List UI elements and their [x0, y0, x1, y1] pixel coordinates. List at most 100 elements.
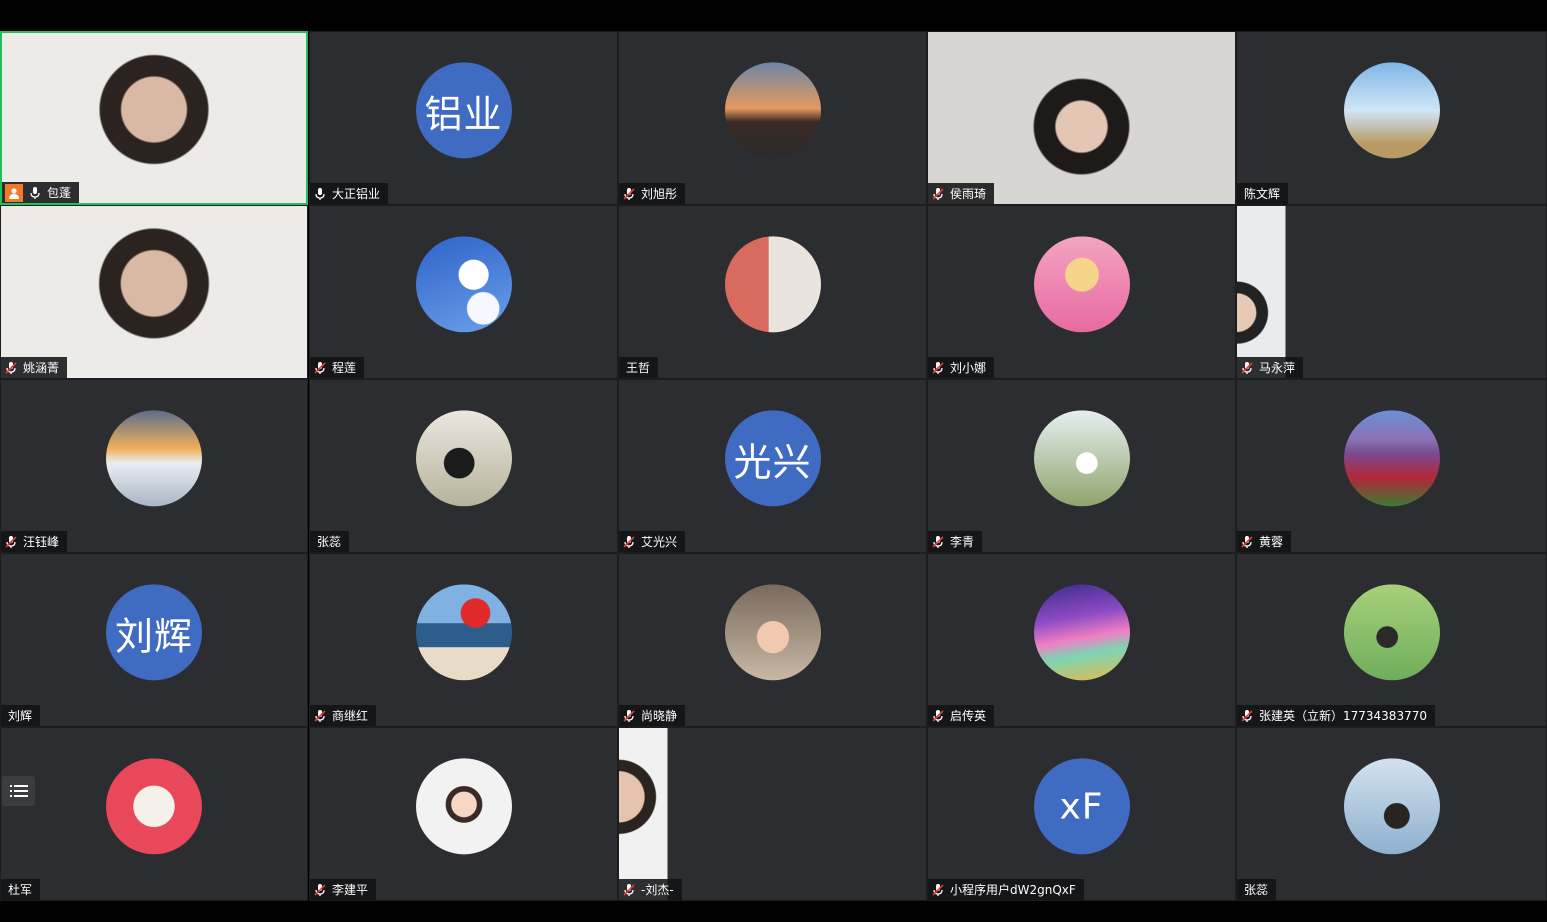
participant-tile[interactable]: 刘旭彤 [618, 31, 927, 205]
avatar-initials: xF [1033, 758, 1130, 855]
participant-nametag: 黄蓉 [1237, 531, 1292, 552]
participant-tile[interactable]: 侯雨琦 [927, 31, 1236, 205]
participant-tile[interactable]: 黄蓉 [1236, 379, 1547, 553]
anime-girl-photo [1033, 236, 1130, 333]
participant-tile[interactable]: 刘辉 刘辉 [0, 553, 308, 727]
girl-grass-photo [1343, 584, 1440, 681]
mic-muted-icon [932, 361, 944, 374]
woman-glasses-video [2, 33, 306, 203]
participant-tile[interactable]: 张蕊 [1236, 727, 1547, 901]
participant-name: 李建平 [332, 883, 369, 897]
participant-name: 尚晓静 [641, 709, 678, 723]
baby-photo [724, 584, 821, 681]
participant-tile[interactable]: 刘小娜 [927, 205, 1236, 379]
mic-muted-icon [623, 535, 635, 548]
couple-photo [724, 236, 821, 333]
participant-nametag: 刘小娜 [928, 357, 995, 378]
participant-nametag: 艾光兴 [619, 531, 686, 552]
participant-tile[interactable]: 汪钰峰 [0, 379, 308, 553]
mic-icon [30, 186, 40, 199]
participant-nametag: 马永萍 [1237, 357, 1304, 378]
mic-muted-icon [1241, 535, 1253, 548]
participant-nametag: 启传英 [928, 705, 995, 726]
woman-glasses-video [1, 206, 307, 378]
participant-tile[interactable]: 李青 [927, 379, 1236, 553]
top-bar [0, 0, 1547, 31]
participant-tile[interactable]: 杜军 [0, 727, 308, 901]
participant-nametag: 小程序用户dW2gnQxF [928, 879, 1084, 900]
participant-name: 陈文辉 [1244, 187, 1281, 201]
participant-tile[interactable]: 张建英（立新）17734383770 [1236, 553, 1547, 727]
participant-nametag: 刘辉 [1, 705, 41, 726]
participant-tile[interactable]: xF 小程序用户dW2gnQxF [927, 727, 1236, 901]
participant-name: 杜军 [8, 883, 33, 897]
mic-muted-icon [932, 535, 944, 548]
participant-nametag: 汪钰峰 [1, 531, 68, 552]
avatar-initials: 刘辉 [106, 584, 202, 681]
red-hat-sea-photo [415, 584, 512, 681]
avatar-initials: 铝业 [415, 62, 512, 159]
participant-name: 姚涵菁 [23, 361, 60, 375]
flower-field-photo [1343, 410, 1440, 507]
bottom-bar [0, 904, 1547, 922]
girl-seaside-photo [1343, 758, 1440, 855]
woman-portrait-video [1237, 206, 1286, 378]
participant-nametag: 侯雨琦 [928, 183, 995, 204]
participant-tile[interactable]: 尚晓静 [618, 553, 927, 727]
mic-muted-icon [5, 361, 17, 374]
participant-name: 艾光兴 [641, 535, 678, 549]
mic-muted-icon [314, 883, 326, 896]
mic-muted-icon [314, 361, 326, 374]
participant-nametag: 李建平 [310, 879, 377, 900]
mic-muted-icon [5, 535, 17, 548]
participant-tile[interactable]: 程莲 [309, 205, 618, 379]
participant-name: 张蕊 [1244, 883, 1269, 897]
list-icon [9, 785, 28, 797]
participant-nametag: 姚涵菁 [1, 357, 68, 378]
participant-name: 启传英 [950, 709, 987, 723]
participant-tile[interactable]: 包蓬 [0, 31, 308, 205]
participant-tile[interactable]: 姚涵菁 [0, 205, 308, 379]
participant-nametag: 刘旭彤 [619, 183, 686, 204]
participant-tile[interactable]: 铝业 大正铝业 [309, 31, 618, 205]
participant-tile[interactable]: 光兴艾光兴 [618, 379, 927, 553]
participant-nametag: 王哲 [619, 357, 659, 378]
woman-office-video [928, 32, 1235, 204]
participant-nametag: 张蕊 [1237, 879, 1277, 900]
mic-muted-icon [623, 709, 635, 722]
participant-nametag: 张建英（立新）17734383770 [1237, 705, 1435, 726]
participant-tile[interactable]: 李建平 [309, 727, 618, 901]
participant-tile[interactable]: 王哲 [618, 205, 927, 379]
participant-grid: 包蓬 铝业 大正铝业 刘旭彤 侯雨琦 陈文辉 姚涵菁 程莲 王哲 刘小娜 马永萍 汪钰峰 张蕊 光兴 艾光兴… [0, 31, 1547, 905]
avatar-initials: 光兴 [724, 410, 821, 507]
woman-glasses-portrait-video [619, 728, 668, 900]
illustration-woman-photo [106, 758, 202, 855]
participant-tile[interactable]: 商继红 [309, 553, 618, 727]
participant-nametag: 包蓬 [2, 182, 80, 203]
rainbow-clouds-photo [1033, 584, 1130, 681]
participant-tile[interactable]: 启传英 [927, 553, 1236, 727]
participant-name: 刘旭彤 [641, 187, 678, 201]
participant-name: 张建英（立新）17734383770 [1259, 709, 1427, 723]
eiffel-tower-photo [1343, 62, 1440, 159]
participant-nametag: -刘杰- [619, 879, 682, 900]
participant-name: 刘小娜 [950, 361, 987, 375]
participant-name: 马永萍 [1259, 361, 1296, 375]
participant-name: 程莲 [332, 361, 357, 375]
cartoon-girl-photo [415, 758, 512, 855]
participant-name: 李青 [950, 535, 975, 549]
participant-name: -刘杰- [641, 883, 674, 897]
mic-muted-icon [314, 709, 326, 722]
participant-name: 刘辉 [8, 709, 33, 723]
woman-flowers-photo [1033, 410, 1130, 507]
participant-nametag: 张蕊 [310, 531, 350, 552]
participant-tile[interactable]: 张蕊 [309, 379, 618, 553]
participant-list-button[interactable] [2, 776, 35, 806]
participant-nametag: 程莲 [310, 357, 365, 378]
participant-name: 侯雨琦 [950, 187, 987, 201]
mic-icon [315, 187, 325, 200]
participant-tile[interactable]: 陈文辉 [1236, 31, 1547, 205]
participant-tile[interactable]: 马永萍 [1236, 205, 1547, 379]
participant-tile[interactable]: -刘杰- [618, 727, 927, 901]
sunset-photo [724, 62, 821, 159]
